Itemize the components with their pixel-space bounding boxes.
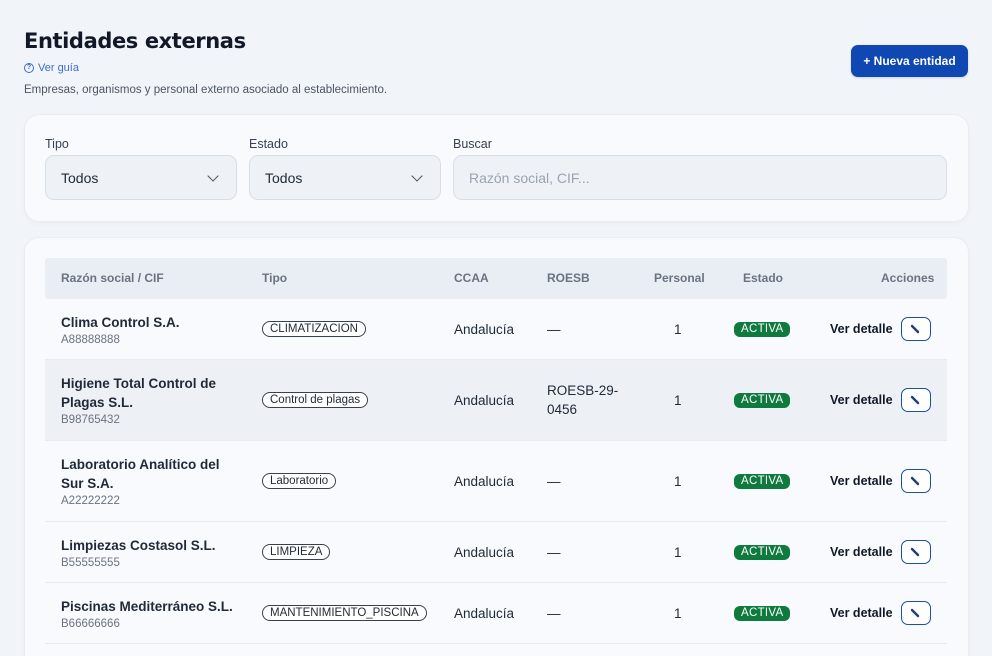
view-detail-link[interactable]: Ver detalle: [830, 322, 893, 336]
ccaa-cell: Andalucía: [454, 544, 515, 560]
entity-cif: A88888888: [61, 333, 120, 346]
entity-name-cell: Limpiezas Costasol S.L. B55555555: [61, 522, 236, 582]
estado-select-value: Todos: [265, 169, 303, 186]
pencil-icon: [910, 395, 920, 405]
pencil-icon: [910, 547, 920, 557]
table-row: Higiene Total Control de Plagas S.L. B98…: [45, 360, 947, 441]
entity-name: Laboratorio Analítico del Sur S.A.: [61, 457, 220, 491]
column-header-ccaa[interactable]: CCAA: [454, 258, 489, 299]
column-header-acciones: Acciones: [881, 271, 935, 285]
chevron-down-icon: [411, 169, 423, 182]
type-badge: Laboratorio: [262, 473, 337, 489]
edit-button[interactable]: [901, 601, 931, 625]
entity-name-cell: Higiene Total Control de Plagas S.L. B98…: [61, 360, 236, 440]
status-badge: ACTIVA: [734, 321, 791, 337]
pencil-icon: [910, 324, 920, 334]
status-badge: ACTIVA: [734, 392, 791, 408]
entity-name-cell: Piscinas Mediterráneo S.L. B66666666: [61, 583, 236, 643]
search-input[interactable]: Razón social, CIF...: [453, 155, 947, 200]
entity-name: Limpiezas Costasol S.L.: [61, 537, 216, 553]
pencil-icon: [910, 476, 920, 486]
entity-name: Higiene Total Control de Plagas S.L.: [61, 376, 216, 410]
help-circle-icon: ?: [24, 63, 34, 73]
table-header: Razón social / CIF Tipo CCAA ROESB Perso…: [45, 258, 947, 299]
ccaa-cell: Andalucía: [454, 392, 515, 408]
table-row: Limpiezas Costasol S.L. B55555555 LIMPIE…: [45, 522, 947, 583]
column-header-estado[interactable]: Estado: [743, 258, 783, 299]
personal-count: 1: [674, 605, 682, 621]
view-detail-link[interactable]: Ver detalle: [830, 606, 893, 620]
roesb-cell: —: [547, 473, 561, 489]
chevron-down-icon: [207, 169, 219, 182]
view-detail-link[interactable]: Ver detalle: [830, 393, 893, 407]
column-header-roesb[interactable]: ROESB: [547, 258, 590, 299]
edit-button[interactable]: [901, 388, 931, 412]
roesb-cell: —: [547, 321, 561, 337]
entity-name: Piscinas Mediterráneo S.L.: [61, 598, 233, 614]
roesb-cell: —: [547, 605, 561, 621]
column-header-tipo[interactable]: Tipo: [262, 258, 287, 299]
roesb-cell: —: [547, 544, 561, 560]
table-row: Piscinas Mediterráneo S.L. B66666666 MAN…: [45, 583, 947, 644]
entity-name-cell: Laboratorio Analítico del Sur S.A. A2222…: [61, 441, 236, 521]
status-badge: ACTIVA: [734, 605, 791, 621]
edit-button[interactable]: [901, 540, 931, 564]
new-entity-button[interactable]: + Nueva entidad: [851, 45, 968, 77]
entity-cif: A22222222: [61, 495, 120, 507]
ccaa-cell: Andalucía: [454, 605, 515, 621]
column-header-name[interactable]: Razón social / CIF: [61, 258, 164, 299]
edit-button[interactable]: [901, 469, 931, 493]
estado-select[interactable]: Todos: [249, 155, 441, 200]
ccaa-cell: Andalucía: [454, 321, 515, 337]
entity-name-cell: Clima Control S.A. A88888888: [61, 299, 236, 359]
tipo-filter-label: Tipo: [45, 137, 69, 151]
personal-count: 1: [674, 321, 682, 337]
buscar-filter-label: Buscar: [453, 137, 492, 151]
personal-count: 1: [674, 544, 682, 560]
entities-table: Razón social / CIF Tipo CCAA ROESB Perso…: [25, 238, 968, 656]
pencil-icon: [910, 608, 920, 618]
table-row: Laboratorio Analítico del Sur S.A. A2222…: [45, 441, 947, 522]
filters-card: Tipo Todos Estado Todos Buscar Razón soc…: [25, 115, 968, 221]
page-title: Entidades externas: [24, 29, 246, 53]
table-row: Clima Control S.A. A88888888 CLIMATIZACI…: [45, 299, 947, 360]
view-detail-link[interactable]: Ver detalle: [830, 474, 893, 488]
roesb-cell: ROESB-29-0456: [547, 383, 619, 417]
estado-filter-label: Estado: [249, 137, 288, 151]
column-header-personal[interactable]: Personal: [654, 258, 705, 299]
entity-name: Clima Control S.A.: [61, 314, 180, 330]
guide-link[interactable]: ? Ver guía: [24, 62, 79, 74]
personal-count: 1: [674, 473, 682, 489]
type-badge: CLIMATIZACION: [262, 321, 366, 337]
view-detail-link[interactable]: Ver detalle: [830, 545, 893, 559]
entity-cif: B66666666: [61, 617, 120, 630]
type-badge: Control de plagas: [262, 392, 369, 408]
entity-cif: B55555555: [61, 556, 120, 569]
page-subtitle: Empresas, organismos y personal externo …: [24, 84, 388, 96]
entity-cif: B98765432: [61, 414, 120, 426]
type-badge: MANTENIMIENTO_PISCINA: [262, 605, 427, 621]
personal-count: 1: [674, 392, 682, 408]
type-badge: LIMPIEZA: [262, 544, 331, 560]
ccaa-cell: Andalucía: [454, 473, 515, 489]
status-badge: ACTIVA: [734, 544, 791, 560]
guide-link-label: Ver guía: [38, 62, 79, 74]
tipo-select-value: Todos: [61, 169, 99, 186]
status-badge: ACTIVA: [734, 473, 791, 489]
edit-button[interactable]: [901, 317, 931, 341]
tipo-select[interactable]: Todos: [45, 155, 237, 200]
